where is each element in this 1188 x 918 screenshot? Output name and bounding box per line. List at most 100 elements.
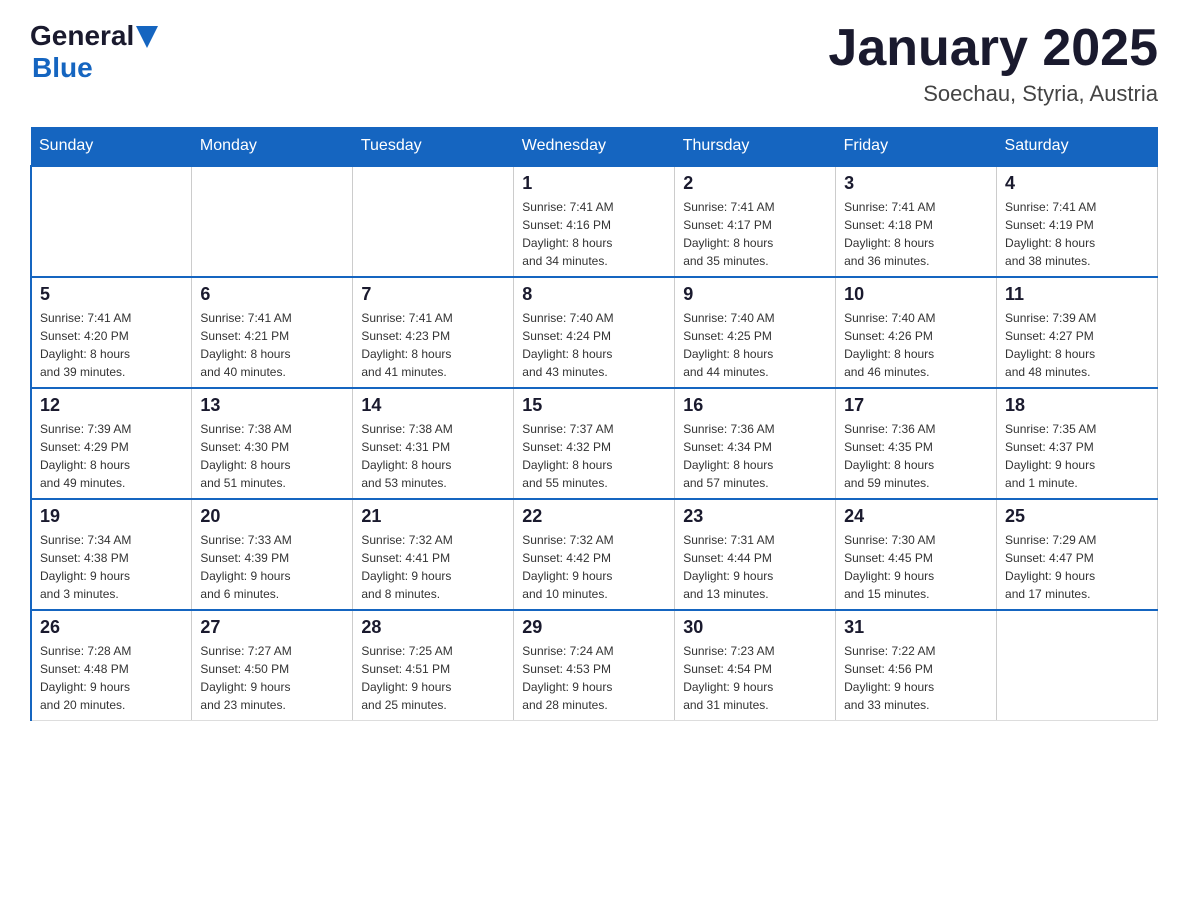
calendar-title: January 2025	[828, 20, 1158, 77]
calendar-cell: 29 Sunrise: 7:24 AMSunset: 4:53 PMDayligh…	[514, 610, 675, 721]
calendar-cell	[192, 166, 353, 277]
day-info: Sunrise: 7:22 AMSunset: 4:56 PMDaylight:…	[844, 642, 988, 714]
day-number: 30	[683, 617, 827, 638]
day-number: 4	[1005, 173, 1149, 194]
calendar-cell: 20 Sunrise: 7:33 AMSunset: 4:39 PMDayligh…	[192, 499, 353, 610]
day-header-tuesday: Tuesday	[353, 127, 514, 166]
day-number: 10	[844, 284, 988, 305]
day-info: Sunrise: 7:41 AMSunset: 4:21 PMDaylight:…	[200, 309, 344, 381]
calendar-cell: 13Sunrise: 7:38 AMSunset: 4:30 PMDayligh…	[192, 388, 353, 499]
calendar-cell: 28Sunrise: 7:25 AMSunset: 4:51 PMDayligh…	[353, 610, 514, 721]
day-info: Sunrise: 7:32 AMSunset: 4:41 PMDaylight:…	[361, 531, 505, 603]
day-info: Sunrise: 7:36 AMSunset: 4:35 PMDaylight:…	[844, 420, 988, 492]
day-header-thursday: Thursday	[675, 127, 836, 166]
day-info: Sunrise: 7:41 AMSunset: 4:17 PMDaylight:…	[683, 198, 827, 270]
day-info: Sunrise: 7:34 AMSunset: 4:38 PMDaylight:…	[40, 531, 183, 603]
day-info: Sunrise: 7:40 AMSunset: 4:26 PMDaylight:…	[844, 309, 988, 381]
day-number: 2	[683, 173, 827, 194]
day-number: 21	[361, 506, 505, 527]
day-number: 3	[844, 173, 988, 194]
calendar-cell: 31 Sunrise: 7:22 AMSunset: 4:56 PMDayligh…	[836, 610, 997, 721]
day-number: 11	[1005, 284, 1149, 305]
day-info: Sunrise: 7:29 AMSunset: 4:47 PMDaylight:…	[1005, 531, 1149, 603]
day-info: Sunrise: 7:28 AMSunset: 4:48 PMDaylight:…	[40, 642, 183, 714]
day-info: Sunrise: 7:36 AMSunset: 4:34 PMDaylight:…	[683, 420, 827, 492]
day-number: 9	[683, 284, 827, 305]
day-number: 22	[522, 506, 666, 527]
calendar-cell: 3 Sunrise: 7:41 AMSunset: 4:18 PMDaylight…	[836, 166, 997, 277]
calendar-cell: 7 Sunrise: 7:41 AMSunset: 4:23 PMDaylight…	[353, 277, 514, 388]
calendar-cell: 18 Sunrise: 7:35 AMSunset: 4:37 PMDayligh…	[997, 388, 1158, 499]
calendar-cell: 14 Sunrise: 7:38 AMSunset: 4:31 PMDayligh…	[353, 388, 514, 499]
day-info: Sunrise: 7:27 AMSunset: 4:50 PMDaylight:…	[200, 642, 344, 714]
day-header-friday: Friday	[836, 127, 997, 166]
day-number: 6	[200, 284, 344, 305]
day-info: Sunrise: 7:40 AMSunset: 4:24 PMDaylight:…	[522, 309, 666, 381]
day-info: Sunrise: 7:41 AMSunset: 4:20 PMDaylight:…	[40, 309, 183, 381]
calendar-cell: 26 Sunrise: 7:28 AMSunset: 4:48 PMDayligh…	[31, 610, 192, 721]
calendar-cell	[997, 610, 1158, 721]
day-info: Sunrise: 7:35 AMSunset: 4:37 PMDaylight:…	[1005, 420, 1149, 492]
day-number: 15	[522, 395, 666, 416]
day-number: 26	[40, 617, 183, 638]
week-row-1: 5 Sunrise: 7:41 AMSunset: 4:20 PMDaylight…	[31, 277, 1158, 388]
day-info: Sunrise: 7:25 AMSunset: 4:51 PMDaylight:…	[361, 642, 505, 714]
calendar-cell: 9 Sunrise: 7:40 AMSunset: 4:25 PMDaylight…	[675, 277, 836, 388]
day-number: 23	[683, 506, 827, 527]
calendar-cell: 15Sunrise: 7:37 AMSunset: 4:32 PMDayligh…	[514, 388, 675, 499]
day-number: 5	[40, 284, 183, 305]
day-info: Sunrise: 7:33 AMSunset: 4:39 PMDaylight:…	[200, 531, 344, 603]
day-info: Sunrise: 7:39 AMSunset: 4:29 PMDaylight:…	[40, 420, 183, 492]
day-info: Sunrise: 7:38 AMSunset: 4:31 PMDaylight:…	[361, 420, 505, 492]
week-row-3: 19Sunrise: 7:34 AMSunset: 4:38 PMDayligh…	[31, 499, 1158, 610]
week-row-2: 12 Sunrise: 7:39 AMSunset: 4:29 PMDayligh…	[31, 388, 1158, 499]
day-number: 17	[844, 395, 988, 416]
calendar-subtitle: Soechau, Styria, Austria	[828, 81, 1158, 107]
day-header-sunday: Sunday	[31, 127, 192, 166]
day-info: Sunrise: 7:30 AMSunset: 4:45 PMDaylight:…	[844, 531, 988, 603]
day-info: Sunrise: 7:41 AMSunset: 4:18 PMDaylight:…	[844, 198, 988, 270]
day-info: Sunrise: 7:31 AMSunset: 4:44 PMDaylight:…	[683, 531, 827, 603]
day-number: 27	[200, 617, 344, 638]
day-number: 29	[522, 617, 666, 638]
days-header-row: SundayMondayTuesdayWednesdayThursdayFrid…	[31, 127, 1158, 166]
logo: General Blue	[30, 20, 158, 84]
logo-blue: Blue	[32, 52, 93, 84]
calendar-cell: 2 Sunrise: 7:41 AMSunset: 4:17 PMDaylight…	[675, 166, 836, 277]
day-header-wednesday: Wednesday	[514, 127, 675, 166]
day-number: 12	[40, 395, 183, 416]
calendar-cell: 4 Sunrise: 7:41 AMSunset: 4:19 PMDaylight…	[997, 166, 1158, 277]
calendar-cell: 11Sunrise: 7:39 AMSunset: 4:27 PMDayligh…	[997, 277, 1158, 388]
day-number: 14	[361, 395, 505, 416]
page-header: General Blue January 2025 Soechau, Styri…	[30, 20, 1158, 107]
day-header-monday: Monday	[192, 127, 353, 166]
calendar-cell: 23 Sunrise: 7:31 AMSunset: 4:44 PMDayligh…	[675, 499, 836, 610]
day-info: Sunrise: 7:24 AMSunset: 4:53 PMDaylight:…	[522, 642, 666, 714]
title-section: January 2025 Soechau, Styria, Austria	[828, 20, 1158, 107]
logo-icon	[136, 26, 158, 48]
day-number: 8	[522, 284, 666, 305]
day-number: 20	[200, 506, 344, 527]
day-number: 31	[844, 617, 988, 638]
day-number: 24	[844, 506, 988, 527]
week-row-0: 1 Sunrise: 7:41 AMSunset: 4:16 PMDaylight…	[31, 166, 1158, 277]
day-info: Sunrise: 7:40 AMSunset: 4:25 PMDaylight:…	[683, 309, 827, 381]
day-info: Sunrise: 7:32 AMSunset: 4:42 PMDaylight:…	[522, 531, 666, 603]
calendar-cell: 24 Sunrise: 7:30 AMSunset: 4:45 PMDayligh…	[836, 499, 997, 610]
day-info: Sunrise: 7:41 AMSunset: 4:16 PMDaylight:…	[522, 198, 666, 270]
calendar-cell: 5 Sunrise: 7:41 AMSunset: 4:20 PMDaylight…	[31, 277, 192, 388]
logo-general: General	[30, 20, 134, 52]
calendar-cell: 21 Sunrise: 7:32 AMSunset: 4:41 PMDayligh…	[353, 499, 514, 610]
calendar-cell: 17 Sunrise: 7:36 AMSunset: 4:35 PMDayligh…	[836, 388, 997, 499]
day-info: Sunrise: 7:41 AMSunset: 4:23 PMDaylight:…	[361, 309, 505, 381]
day-number: 7	[361, 284, 505, 305]
calendar-cell: 19Sunrise: 7:34 AMSunset: 4:38 PMDayligh…	[31, 499, 192, 610]
day-number: 1	[522, 173, 666, 194]
day-number: 18	[1005, 395, 1149, 416]
calendar-cell: 30Sunrise: 7:23 AMSunset: 4:54 PMDayligh…	[675, 610, 836, 721]
day-info: Sunrise: 7:41 AMSunset: 4:19 PMDaylight:…	[1005, 198, 1149, 270]
calendar-cell: 27 Sunrise: 7:27 AMSunset: 4:50 PMDayligh…	[192, 610, 353, 721]
calendar-cell: 6 Sunrise: 7:41 AMSunset: 4:21 PMDaylight…	[192, 277, 353, 388]
calendar-cell: 12 Sunrise: 7:39 AMSunset: 4:29 PMDayligh…	[31, 388, 192, 499]
day-info: Sunrise: 7:38 AMSunset: 4:30 PMDaylight:…	[200, 420, 344, 492]
